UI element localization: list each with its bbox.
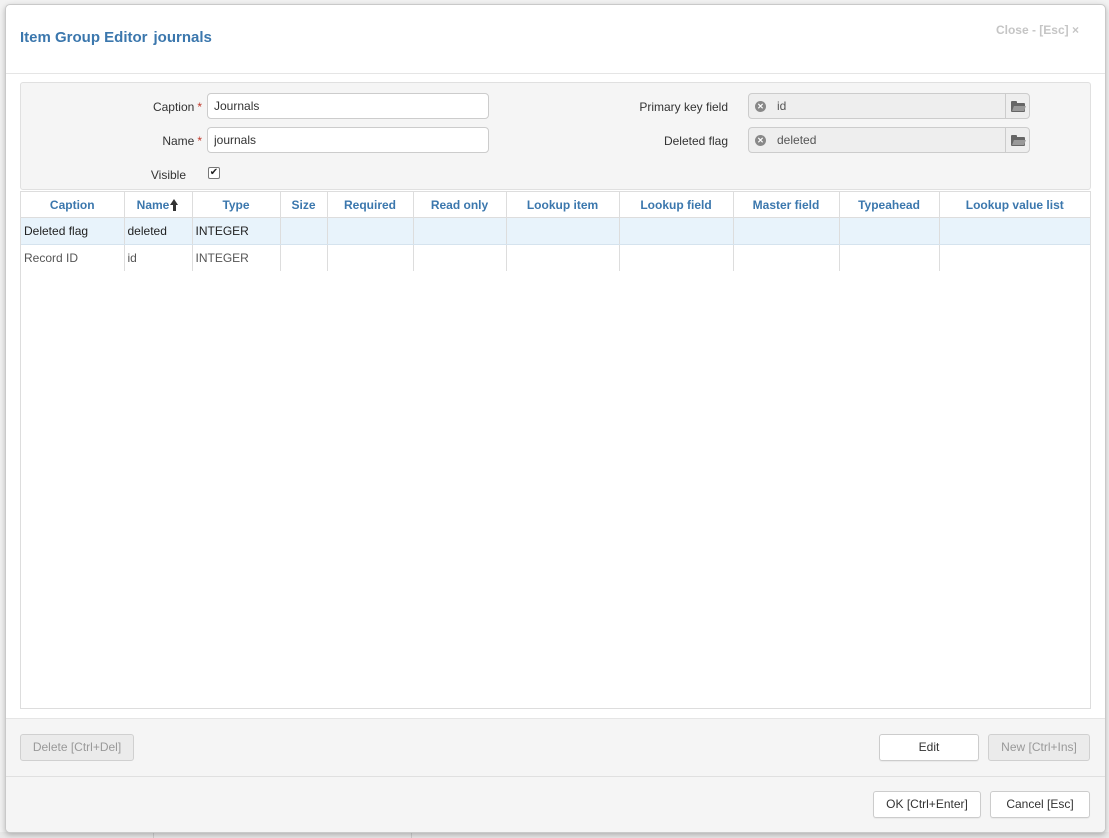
name-label: Name * <box>162 134 202 148</box>
delete-button[interactable]: Delete [Ctrl+Del] <box>20 734 134 761</box>
dialog-header: Item Group Editor journals Close - [Esc] … <box>6 5 1105 74</box>
cell-lookup-field <box>619 217 734 245</box>
grid-action-bar: Delete [Ctrl+Del] Edit New [Ctrl+Ins] <box>6 718 1105 776</box>
primary-key-clear-button[interactable]: ✕ <box>748 93 772 119</box>
sort-ascending-icon <box>170 198 179 211</box>
deleted-flag-label: Deleted flag <box>663 134 728 148</box>
column-header-caption[interactable]: Caption <box>21 192 125 218</box>
caption-input[interactable] <box>207 93 489 119</box>
visible-label: Visible <box>150 168 186 182</box>
cancel-button[interactable]: Cancel [Esc] <box>990 791 1090 818</box>
background-divider <box>411 833 412 838</box>
primary-key-field-lookup: ✕ id <box>748 93 1030 119</box>
caption-label: Caption * <box>153 100 202 114</box>
cell-caption: Deleted flag <box>21 217 125 245</box>
table-row[interactable]: Record ID id INTEGER <box>21 244 1090 272</box>
column-header-name[interactable]: Name <box>124 192 193 218</box>
clear-icon: ✕ <box>755 135 766 146</box>
column-header-lookup-item[interactable]: Lookup item <box>506 192 620 218</box>
background-divider <box>153 833 154 838</box>
cell-caption: Record ID <box>21 244 125 271</box>
primary-key-select-button[interactable] <box>1005 93 1030 119</box>
cell-master-field <box>733 244 840 271</box>
folder-open-icon <box>1011 101 1025 112</box>
required-mark: * <box>197 100 202 114</box>
primary-key-field-value: id <box>771 93 1006 119</box>
ok-button[interactable]: OK [Ctrl+Enter] <box>873 791 981 818</box>
column-header-typeahead[interactable]: Typeahead <box>839 192 940 218</box>
cell-read-only <box>413 244 507 271</box>
required-mark: * <box>197 134 202 148</box>
primary-key-field-label: Primary key field <box>639 100 728 114</box>
clear-icon: ✕ <box>755 101 766 112</box>
cell-lookup-item <box>506 244 620 271</box>
cell-size <box>280 244 328 271</box>
column-header-read-only[interactable]: Read only <box>413 192 507 218</box>
cell-master-field <box>733 217 840 245</box>
edit-button[interactable]: Edit <box>879 734 979 761</box>
fields-table: Caption Name Type Size Required Read onl… <box>21 192 1090 271</box>
dialog-title: Item Group Editor journals <box>20 29 218 46</box>
deleted-flag-lookup: ✕ deleted <box>748 127 1030 153</box>
deleted-flag-value: deleted <box>771 127 1006 153</box>
column-header-type[interactable]: Type <box>192 192 281 218</box>
cell-lookup-field <box>619 244 734 271</box>
cell-name: deleted <box>124 217 193 245</box>
item-group-editor-dialog: Item Group Editor journals Close - [Esc] … <box>5 4 1106 833</box>
cell-read-only <box>413 217 507 245</box>
visible-checkbox[interactable]: ✔ <box>208 167 220 179</box>
column-header-lookup-field[interactable]: Lookup field <box>619 192 734 218</box>
cell-required <box>327 244 414 271</box>
close-button[interactable]: Close - [Esc] × <box>996 23 1079 37</box>
deleted-flag-clear-button[interactable]: ✕ <box>748 127 772 153</box>
dialog-title-text: Item Group Editor <box>20 29 148 46</box>
dialog-item-name: journals <box>153 29 212 46</box>
grid-header-row: Caption Name Type Size Required Read onl… <box>21 192 1090 218</box>
new-button[interactable]: New [Ctrl+Ins] <box>988 734 1090 761</box>
cell-size <box>280 217 328 245</box>
column-header-master-field[interactable]: Master field <box>733 192 840 218</box>
cell-lookup-value-list <box>939 245 1090 272</box>
column-header-lookup-value-list[interactable]: Lookup value list <box>939 192 1090 218</box>
cell-typeahead <box>839 244 940 271</box>
caption-label-text: Caption <box>152 100 195 114</box>
column-header-required[interactable]: Required <box>327 192 414 218</box>
deleted-flag-select-button[interactable] <box>1005 127 1030 153</box>
name-label-text: Name <box>162 134 195 148</box>
cell-type: INTEGER <box>192 244 281 271</box>
column-header-name-text: Name <box>136 197 170 212</box>
table-row[interactable]: Deleted flag deleted INTEGER <box>21 217 1090 245</box>
cell-type: INTEGER <box>192 217 281 245</box>
column-header-size[interactable]: Size <box>280 192 328 218</box>
cell-required <box>327 217 414 245</box>
cell-name: id <box>124 244 193 271</box>
cell-lookup-value-list <box>939 217 1090 245</box>
cell-lookup-item <box>506 217 620 245</box>
cell-typeahead <box>839 217 940 245</box>
name-input[interactable] <box>207 127 489 153</box>
folder-open-icon <box>1011 135 1025 146</box>
item-properties-form: Caption* Name* Visible ✔ Primary key fie… <box>20 82 1091 190</box>
fields-grid[interactable]: Caption Name Type Size Required Read onl… <box>20 191 1091 709</box>
dialog-footer: OK [Ctrl+Enter] Cancel [Esc] <box>6 776 1105 832</box>
